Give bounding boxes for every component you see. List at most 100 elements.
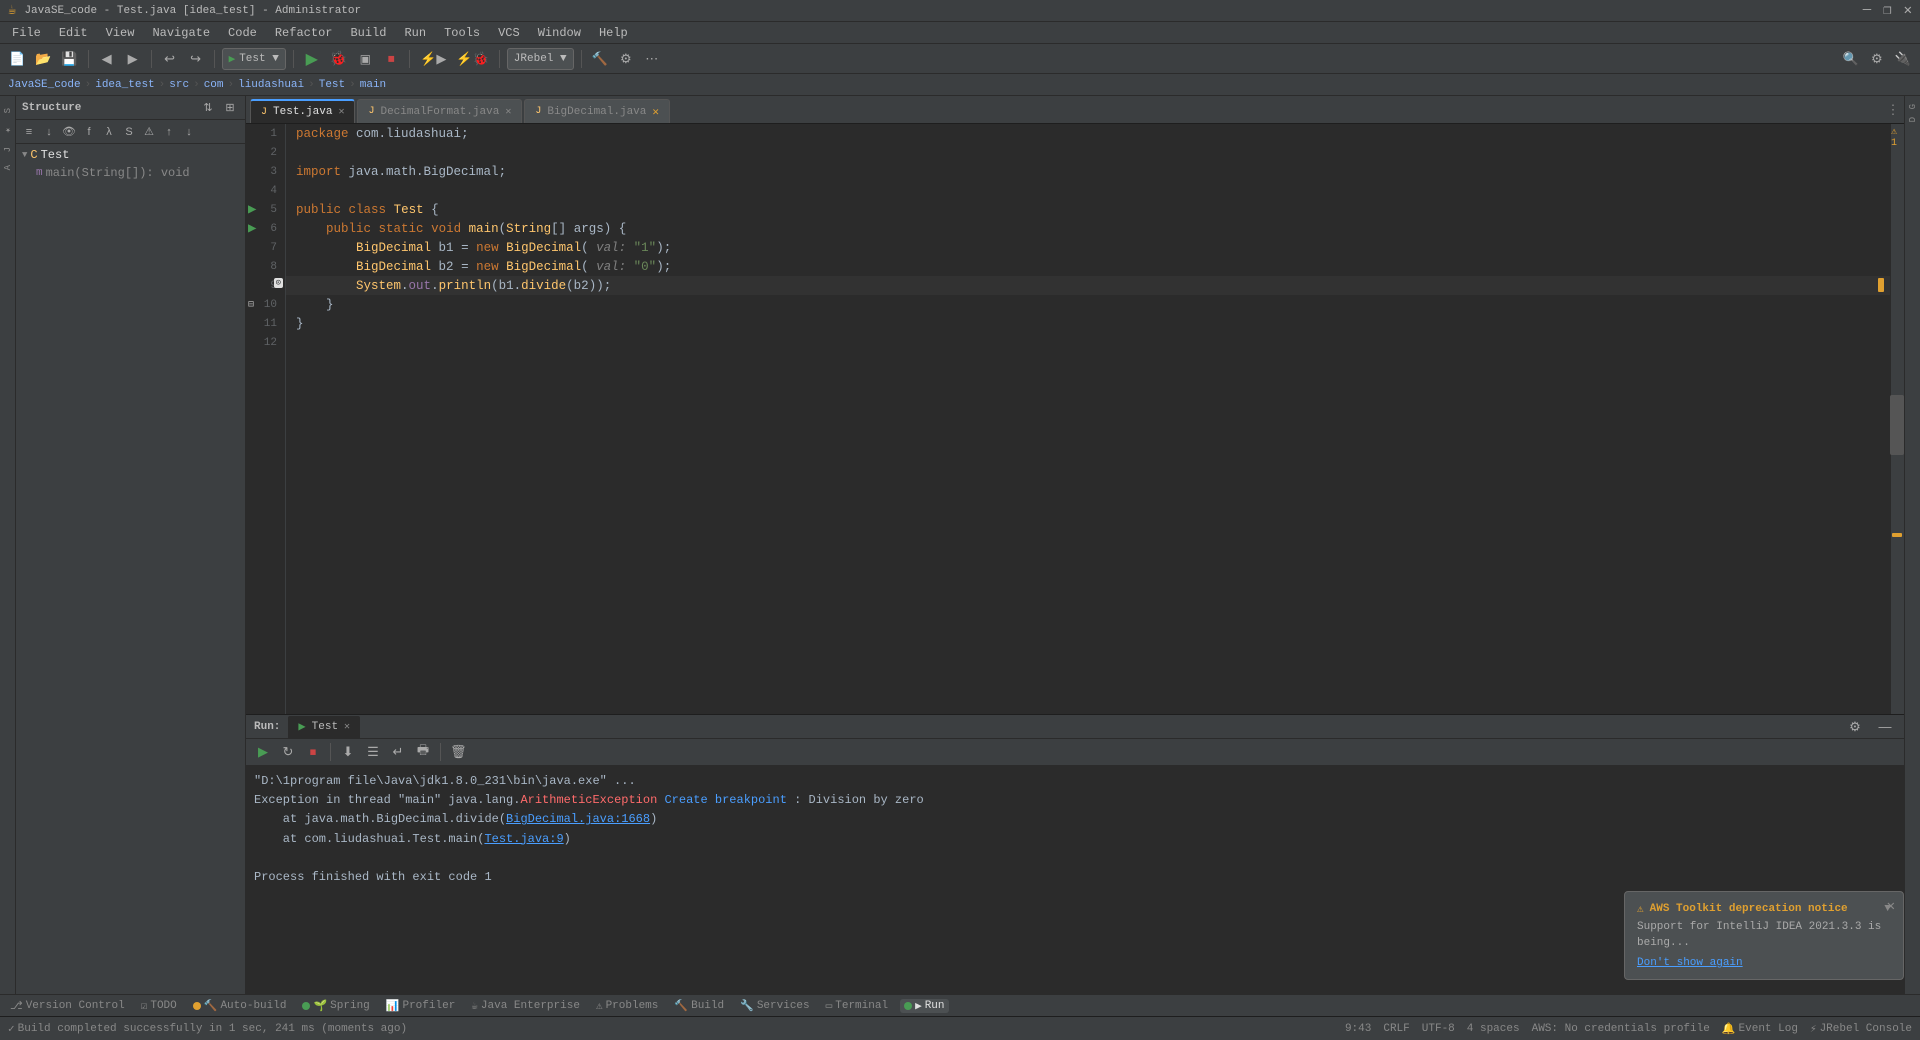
aws-notification-close[interactable]: ✕ (1887, 898, 1895, 915)
run-button[interactable]: ▶ (301, 48, 323, 70)
run-clear-button[interactable]: 🗑 (447, 741, 470, 763)
status-jrebel[interactable]: ⚡ JRebel Console (1810, 1022, 1912, 1036)
tab-test-close[interactable]: ✕ (338, 106, 344, 118)
open-button[interactable]: 📂 (32, 48, 54, 70)
run-stop-button[interactable]: ⏹ (302, 741, 324, 763)
menu-run[interactable]: Run (396, 24, 434, 42)
run-scroll-end-button[interactable]: ⬇ (337, 741, 359, 763)
debug-button[interactable]: 🐞 (327, 48, 350, 70)
status-build[interactable]: ✓ Build completed successfully in 1 sec,… (8, 1022, 407, 1036)
breadcrumb-class[interactable]: Test (319, 79, 345, 91)
forward-button[interactable]: ▶ (122, 48, 144, 70)
tab-bigdecimal-java[interactable]: J BigDecimal.java ✕ (524, 99, 670, 123)
breadcrumb-com[interactable]: com (204, 79, 224, 91)
code-area[interactable]: package com.liudashuai; import java.math… (286, 124, 1890, 714)
menu-tools[interactable]: Tools (436, 24, 488, 42)
panel-tb-sort[interactable]: ≡ (20, 123, 38, 141)
panel-tb-anon[interactable]: λ (100, 123, 118, 141)
aws-tab-icon[interactable]: A (3, 161, 13, 174)
settings2-button[interactable]: ⚙ (1866, 48, 1888, 70)
run-filter-button[interactable]: ☰ (362, 741, 384, 763)
menu-refactor[interactable]: Refactor (267, 24, 341, 42)
tree-item-main[interactable]: m main(String[]): void (16, 164, 245, 182)
panel-tb-down[interactable]: ↓ (180, 123, 198, 141)
stop-button[interactable]: ⏹ (380, 48, 402, 70)
status-event-log[interactable]: 🔔 Event Log (1722, 1022, 1798, 1036)
aws-notification-link[interactable]: Don't show again (1637, 957, 1891, 969)
menu-vcs[interactable]: VCS (490, 24, 528, 42)
save-button[interactable]: 💾 (58, 48, 80, 70)
panel-tb-fields[interactable]: f (80, 123, 98, 141)
status-aws[interactable]: AWS: No credentials profile (1532, 1023, 1710, 1035)
run-soft-wrap-button[interactable]: ↵ (387, 741, 409, 763)
minimize-button[interactable]: — (1863, 2, 1871, 19)
menu-edit[interactable]: Edit (51, 24, 96, 42)
tab-test-java[interactable]: J Test.java ✕ (250, 99, 355, 123)
toolbar-java-enterprise[interactable]: ☕ Java Enterprise (467, 999, 584, 1013)
status-charset[interactable]: UTF-8 (1422, 1023, 1455, 1035)
right-sidebar-item-2[interactable]: D (1908, 113, 1918, 126)
menu-file[interactable]: File (4, 24, 49, 42)
build-project-button[interactable]: 🔨 (589, 48, 611, 70)
toolbar-spring[interactable]: 🌱 Spring (298, 999, 373, 1013)
run-restart-button[interactable]: ▶ (252, 741, 274, 763)
panel-tb-up[interactable]: ↑ (160, 123, 178, 141)
run-print-button[interactable]: 🖶 (412, 741, 434, 763)
search-everywhere-button[interactable]: 🔍 (1840, 48, 1862, 70)
breadcrumb-package[interactable]: liudashuai (238, 79, 304, 91)
panel-tb-inherited[interactable]: ↓ (40, 123, 58, 141)
menu-build[interactable]: Build (342, 24, 394, 42)
toolbar-auto-build[interactable]: 🔨 Auto-build (189, 999, 291, 1013)
right-sidebar-item-1[interactable]: G (1908, 100, 1918, 113)
status-line-ending[interactable]: CRLF (1383, 1023, 1409, 1035)
panel-sort-button[interactable]: ⇅ (199, 99, 217, 117)
favorites-tab-icon[interactable]: ★ (3, 121, 13, 139)
run-rerun-button[interactable]: ↻ (277, 741, 299, 763)
more-button[interactable]: ⋯ (641, 48, 663, 70)
run-tab-close[interactable]: ✕ (344, 721, 350, 733)
panel-tb-visibility[interactable]: 👁 (60, 123, 78, 141)
breadcrumb-src[interactable]: src (169, 79, 189, 91)
maximize-button[interactable]: ❐ (1883, 2, 1891, 19)
create-breakpoint-link[interactable]: Create breakpoint (657, 793, 794, 807)
jrebel-config-selector[interactable]: JRebel ▼ (507, 48, 574, 70)
bigdecimal-link[interactable]: BigDecimal.java:1668 (506, 812, 650, 826)
menu-view[interactable]: View (98, 24, 143, 42)
menu-window[interactable]: Window (530, 24, 589, 42)
toolbar-build[interactable]: 🔨 Build (670, 999, 728, 1013)
jrebel-run[interactable]: ⚡▶ (417, 48, 449, 70)
run-tab[interactable]: ▶ Test ✕ (288, 716, 360, 738)
run-config-selector[interactable]: ▶ Test ▼ (222, 48, 286, 70)
run-panel-settings[interactable]: ⚙ (1844, 716, 1866, 738)
tab-decimalformat-java[interactable]: J DecimalFormat.java ✕ (357, 99, 522, 123)
panel-tb-supertype[interactable]: S (120, 123, 138, 141)
breadcrumb-method[interactable]: main (360, 79, 386, 91)
toolbar-run[interactable]: ▶ Run (900, 999, 948, 1013)
tabs-more-button[interactable]: ⋮ (1882, 99, 1904, 121)
structure-tab-icon[interactable]: S (3, 104, 13, 117)
back-button[interactable]: ◀ (96, 48, 118, 70)
coverage-button[interactable]: ▣ (354, 48, 376, 70)
toolbar-services[interactable]: 🔧 Services (736, 999, 814, 1013)
breadcrumb-module[interactable]: idea_test (95, 79, 154, 91)
toolbar-version-control[interactable]: ⎇ Version Control (6, 999, 129, 1013)
toolbar-profiler[interactable]: 📊 Profiler (382, 999, 460, 1013)
menu-navigate[interactable]: Navigate (144, 24, 218, 42)
tab-decimalformat-close[interactable]: ✕ (505, 106, 511, 118)
menu-help[interactable]: Help (591, 24, 636, 42)
panel-tb-errs[interactable]: ⚠ (140, 123, 158, 141)
panel-expand-button[interactable]: ⊞ (221, 99, 239, 117)
toolbar-problems[interactable]: ⚠ Problems (592, 999, 662, 1013)
menu-code[interactable]: Code (220, 24, 265, 42)
toolbar-terminal[interactable]: ▭ Terminal (822, 999, 892, 1013)
breadcrumb-project[interactable]: JavaSE_code (8, 79, 81, 91)
run-panel-minimize[interactable]: — (1874, 716, 1896, 738)
undo-button[interactable]: ↩ (159, 48, 181, 70)
tree-item-test[interactable]: ▼ C Test (16, 146, 245, 164)
settings-button[interactable]: ⚙ (615, 48, 637, 70)
new-file-button[interactable]: 📄 (6, 48, 28, 70)
status-indent[interactable]: 4 spaces (1467, 1023, 1520, 1035)
editor-scrollbar[interactable]: ⚠ 1 (1890, 124, 1904, 714)
jrebel-tab-icon[interactable]: J (3, 143, 13, 156)
redo-button[interactable]: ↪ (185, 48, 207, 70)
